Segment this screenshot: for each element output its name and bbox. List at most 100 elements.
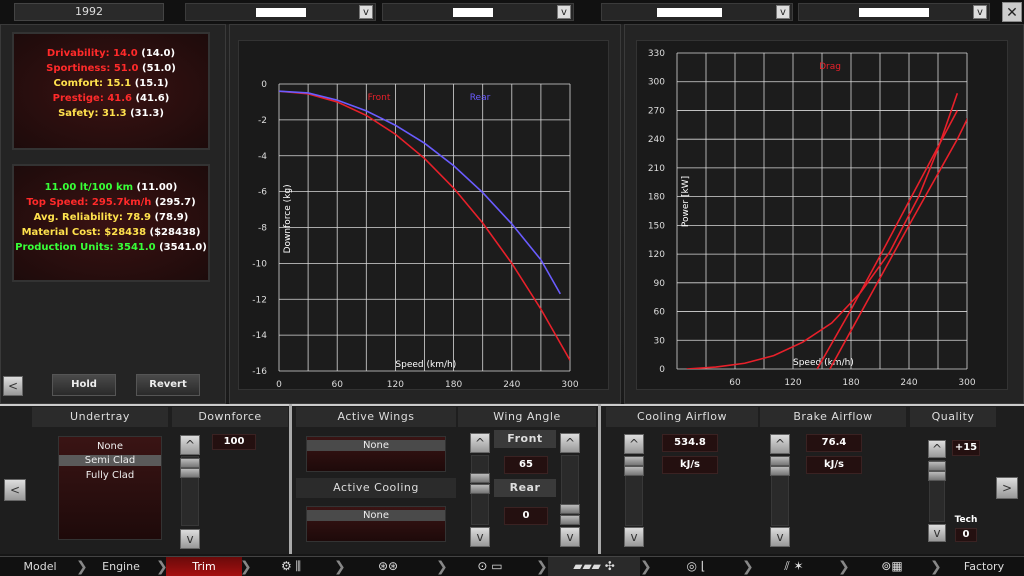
brake-up-button[interactable]: ^ bbox=[770, 434, 790, 454]
nav-engine[interactable]: Engine bbox=[84, 557, 158, 576]
stat-prestige: Prestige: 41.6 (41.6) bbox=[52, 93, 170, 104]
undertray-option[interactable]: None bbox=[59, 441, 161, 452]
revert-button[interactable]: Revert bbox=[136, 374, 200, 396]
nav-interior[interactable]: ◎ ⌊ bbox=[656, 557, 736, 576]
stat-comfort: Comfort: 15.1 (15.1) bbox=[53, 78, 169, 89]
quality-up-button[interactable]: ^ bbox=[928, 440, 946, 458]
x-tick-label: 180 bbox=[445, 380, 462, 390]
downforce-down-button[interactable]: v bbox=[180, 529, 200, 549]
downforce-slider-thumb[interactable] bbox=[180, 468, 200, 478]
front-wing-value: 65 bbox=[504, 456, 548, 474]
x-tick-label: 300 bbox=[561, 380, 578, 390]
quality-down-button[interactable]: v bbox=[928, 524, 946, 542]
y-tick-label: -2 bbox=[258, 116, 267, 126]
front-wing-up-button[interactable]: ^ bbox=[470, 433, 490, 453]
front-wing-down-button[interactable]: v bbox=[470, 527, 490, 547]
y-tick-label: 150 bbox=[648, 221, 665, 231]
x-axis-label: Speed (km/h) bbox=[395, 360, 456, 370]
front-wing-slider-thumb[interactable] bbox=[470, 473, 490, 483]
quality-slider-thumb[interactable] bbox=[928, 461, 946, 471]
rear-wing-slider-thumb[interactable] bbox=[560, 504, 580, 514]
nav-model[interactable]: Model bbox=[0, 557, 80, 576]
stat-safety: Safety: 31.3 (31.3) bbox=[58, 108, 164, 119]
prev-button[interactable]: < bbox=[3, 376, 23, 396]
y-axis-label: Power [kW] bbox=[681, 176, 691, 227]
legend-label: Drag bbox=[819, 62, 841, 72]
chevron-down-icon[interactable]: v bbox=[973, 5, 987, 19]
dropdown-1[interactable]: v bbox=[185, 3, 376, 21]
dropdown-4[interactable]: v bbox=[798, 3, 990, 21]
stats-box-performance: 11.00 lt/100 km (11.00) Top Speed: 295.7… bbox=[12, 164, 210, 282]
brake-airflow-value: 76.4 bbox=[806, 434, 862, 452]
y-tick-label: 90 bbox=[654, 279, 666, 289]
chevron-right-icon: ❯ bbox=[536, 559, 548, 575]
front-label: Front bbox=[494, 430, 556, 448]
active-cooling-list[interactable]: None bbox=[306, 506, 446, 542]
chevron-down-icon[interactable]: v bbox=[557, 5, 571, 19]
rear-wing-down-button[interactable]: v bbox=[560, 527, 580, 547]
redacted-text bbox=[657, 8, 722, 17]
y-tick-label: -6 bbox=[258, 188, 267, 198]
cooling-slider-thumb[interactable] bbox=[624, 466, 644, 476]
dropdown-2[interactable]: v bbox=[382, 3, 574, 21]
x-tick-label: 120 bbox=[784, 378, 801, 388]
rear-wing-slider-thumb[interactable] bbox=[560, 515, 580, 525]
cooling-up-button[interactable]: ^ bbox=[624, 434, 644, 454]
cooling-airflow-value: 534.8 bbox=[662, 434, 718, 452]
hold-button[interactable]: Hold bbox=[52, 374, 116, 396]
close-button[interactable]: ✕ bbox=[1002, 2, 1022, 22]
nav-finish[interactable]: ⊚▦ bbox=[856, 557, 928, 576]
y-tick-label: -10 bbox=[252, 259, 267, 269]
cooling-down-button[interactable]: v bbox=[624, 527, 644, 547]
drag-chart: 0 30 60 90 120 150 180 210 240 270 300 330 60 120 180 2… bbox=[648, 49, 976, 388]
active-cooling-header: Active Cooling bbox=[296, 478, 456, 498]
nav-trim[interactable]: Trim bbox=[166, 557, 242, 576]
brake-slider-thumb[interactable] bbox=[770, 456, 790, 466]
front-wing-slider-thumb[interactable] bbox=[470, 484, 490, 494]
active-wings-list[interactable]: None bbox=[306, 436, 446, 472]
nav-body[interactable]: ⊙ ▭ bbox=[450, 557, 530, 576]
redacted-text bbox=[859, 8, 929, 17]
rear-label: Rear bbox=[494, 479, 556, 497]
chevron-right-icon: ❯ bbox=[930, 559, 942, 575]
body-icon: ⊙ ▭ bbox=[477, 559, 503, 573]
app-root: 1992 v v v v ✕ Drivability: 14.0 (14.0) … bbox=[0, 0, 1024, 576]
undertray-option-selected[interactable]: Semi Clad bbox=[59, 455, 161, 466]
y-tick-label: -4 bbox=[258, 152, 267, 162]
rear-wing-up-button[interactable]: ^ bbox=[560, 433, 580, 453]
undertray-list[interactable]: None Semi Clad Fully Clad bbox=[58, 436, 162, 540]
active-wings-option[interactable]: None bbox=[307, 440, 445, 451]
chevron-down-icon[interactable]: v bbox=[359, 5, 373, 19]
stat-fuel: 11.00 lt/100 km (11.00) bbox=[44, 182, 178, 193]
dropdown-3[interactable]: v bbox=[601, 3, 793, 21]
active-cooling-option[interactable]: None bbox=[307, 510, 445, 521]
nav-chassis[interactable]: ⚙ ⫼ bbox=[256, 557, 326, 576]
downforce-up-button[interactable]: ^ bbox=[180, 435, 200, 455]
chevron-down-icon[interactable]: v bbox=[776, 5, 790, 19]
x-tick-label: 0 bbox=[276, 380, 282, 390]
prev-section-button[interactable]: < bbox=[4, 479, 26, 501]
nav-aero[interactable]: ▰▰▰ ✣ bbox=[548, 557, 640, 576]
nav-test[interactable]: ⫽ ✶ bbox=[756, 557, 832, 576]
brake-down-button[interactable]: v bbox=[770, 527, 790, 547]
cooling-slider-thumb[interactable] bbox=[624, 456, 644, 466]
downforce-slider-thumb[interactable] bbox=[180, 458, 200, 468]
wing-angle-header: Wing Angle bbox=[458, 407, 596, 427]
drag-graph-area: 0 30 60 90 120 150 180 210 240 270 300 330 60 120 180 2… bbox=[636, 40, 1008, 390]
quality-value: +15 bbox=[952, 440, 980, 456]
chevron-right-icon: ❯ bbox=[838, 559, 850, 575]
undertray-option[interactable]: Fully Clad bbox=[59, 470, 161, 481]
brake-slider-thumb[interactable] bbox=[770, 466, 790, 476]
y-tick-label: 0 bbox=[261, 80, 267, 90]
chevron-right-icon: ❯ bbox=[742, 559, 754, 575]
quality-slider-thumb[interactable] bbox=[928, 471, 946, 481]
x-tick-label: 60 bbox=[729, 378, 741, 388]
nav-factory[interactable]: Factory bbox=[944, 557, 1024, 576]
chassis-icon: ⚙ ⫼ bbox=[280, 559, 302, 573]
chevron-right-icon: ❯ bbox=[334, 559, 346, 575]
y-tick-label: -12 bbox=[252, 295, 267, 305]
nav-wheels[interactable]: ⊛⊛ bbox=[348, 557, 428, 576]
next-section-button[interactable]: > bbox=[996, 477, 1018, 499]
car-fan-icon: ▰▰▰ ✣ bbox=[573, 559, 615, 573]
y-tick-label: 0 bbox=[659, 365, 665, 375]
